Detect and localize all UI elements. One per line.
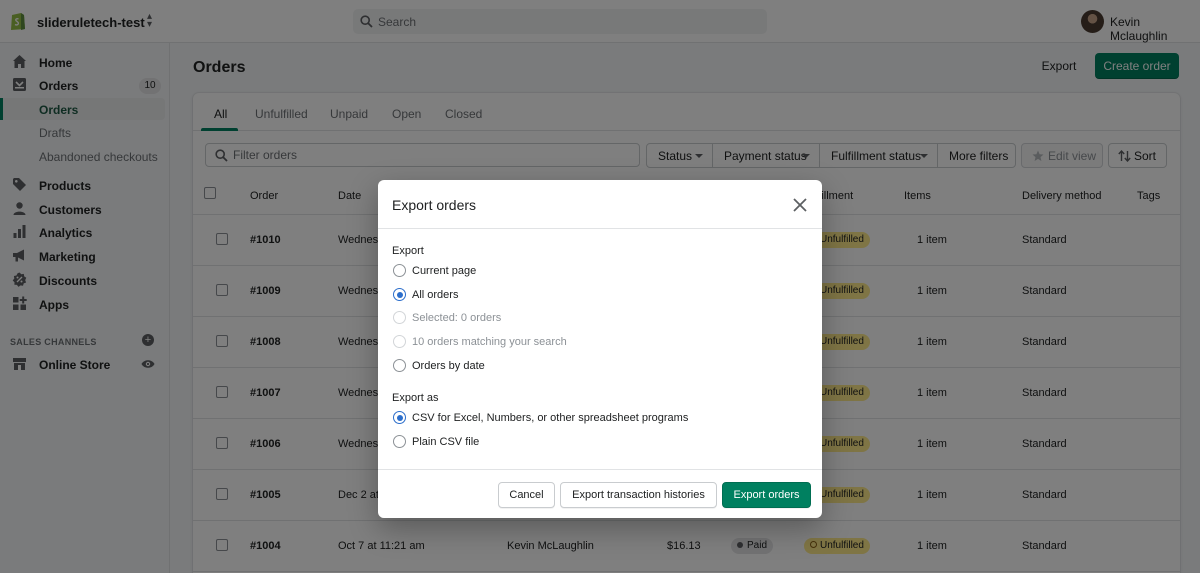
radio-button (393, 335, 406, 348)
radio-button[interactable] (393, 411, 406, 424)
export-option-all-orders[interactable]: All orders (393, 287, 803, 303)
cancel-button[interactable]: Cancel (498, 482, 555, 508)
format-option-plain-csv[interactable]: Plain CSV file (393, 434, 803, 450)
radio-label: Orders by date (412, 360, 485, 372)
dialog-title: Export orders (392, 197, 477, 213)
format-option-csv-excel[interactable]: CSV for Excel, Numbers, or other spreads… (393, 410, 803, 426)
radio-button (393, 311, 406, 324)
close-icon[interactable] (791, 196, 809, 214)
export-as-section-label: Export as (392, 392, 439, 404)
radio-button[interactable] (393, 359, 406, 372)
radio-label: All orders (412, 289, 459, 301)
export-option-by-date[interactable]: Orders by date (393, 358, 803, 374)
radio-label: CSV for Excel, Numbers, or other spreads… (412, 412, 689, 424)
dialog-header: Export orders (378, 180, 822, 229)
radio-button[interactable] (393, 288, 406, 301)
export-orders-button[interactable]: Export orders (722, 482, 811, 508)
radio-label: Plain CSV file (412, 436, 480, 448)
export-option-current-page[interactable]: Current page (393, 263, 803, 279)
export-option-selected: Selected: 0 orders (393, 310, 803, 326)
dialog-footer: Cancel Export transaction histories Expo… (378, 469, 822, 518)
radio-button[interactable] (393, 264, 406, 277)
radio-button[interactable] (393, 435, 406, 448)
radio-label: 10 orders matching your search (412, 336, 567, 348)
radio-label: Selected: 0 orders (412, 312, 502, 324)
export-section-label: Export (392, 245, 424, 257)
export-transaction-histories-button[interactable]: Export transaction histories (560, 482, 717, 508)
radio-label: Current page (412, 265, 477, 277)
export-option-matching-search: 10 orders matching your search (393, 334, 803, 350)
export-orders-dialog: Export orders Export Current page All or… (378, 180, 822, 518)
